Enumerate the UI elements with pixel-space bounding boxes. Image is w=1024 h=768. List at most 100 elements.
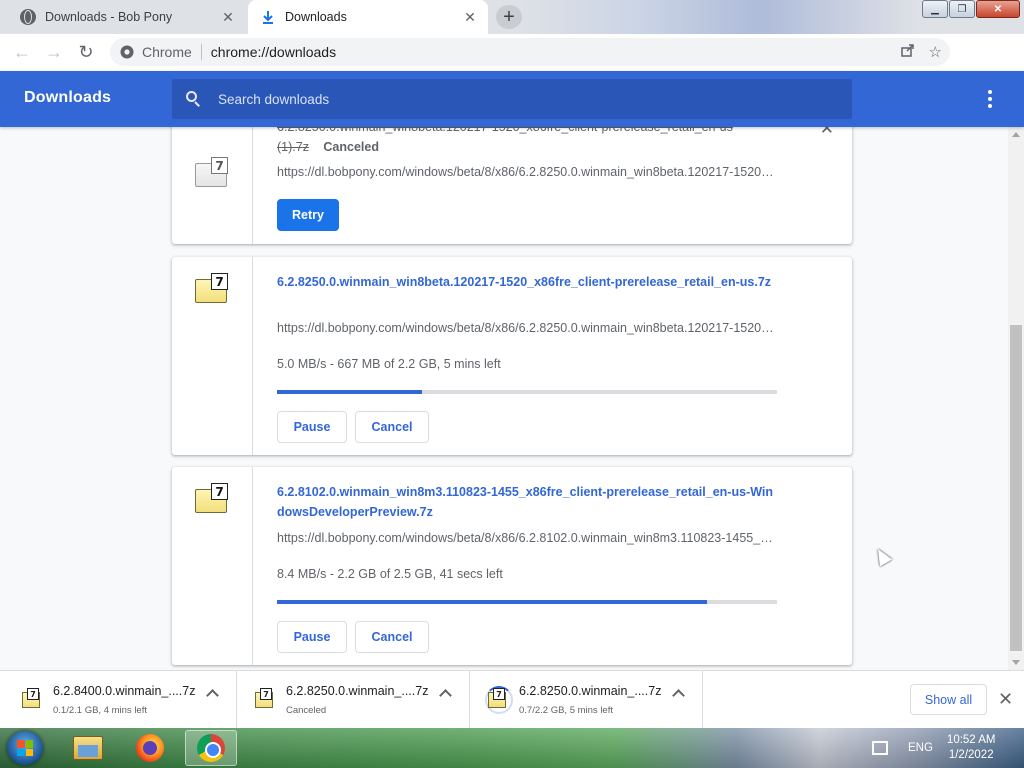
address-bar[interactable]: Chrome chrome://downloads ☆ (110, 38, 950, 66)
cancel-button[interactable]: Cancel (355, 411, 429, 443)
file-explorer-taskbar-button[interactable] (62, 730, 114, 766)
download-item-canceled: 7 6.2.8250.0.winmain_win8beta.120217-152… (172, 127, 852, 244)
status-text: Canceled (323, 140, 379, 154)
forward-button[interactable]: → (40, 39, 68, 67)
page-scrollbar[interactable] (1008, 127, 1024, 670)
file-url[interactable]: https://dl.bobpony.com/windows/beta/8/x8… (277, 531, 777, 545)
scrollbar-thumb[interactable] (1010, 325, 1022, 651)
show-all-button[interactable]: Show all (910, 684, 987, 715)
share-icon[interactable] (900, 43, 915, 61)
clock[interactable]: 10:52 AM 1/2/2022 (947, 733, 996, 763)
shelf-download-item[interactable]: 7 6.2.8250.0.winmain_....7z 0.7/2.2 GB, … (470, 671, 703, 729)
file-name-link[interactable]: 6.2.8250.0.winmain_win8beta.120217-1520_… (277, 272, 771, 292)
bookmark-star-icon[interactable]: ☆ (929, 43, 942, 61)
restore-button[interactable]: ❐ (949, 0, 975, 18)
window-close-button[interactable]: ✕ (976, 0, 1020, 18)
close-icon[interactable]: ✕ (218, 7, 238, 27)
windows-logo-icon (17, 740, 33, 756)
chevron-up-icon[interactable] (672, 689, 685, 702)
tab-strip: Downloads - Bob Pony ✕ Downloads ✕ + ▁ ❐… (0, 0, 1024, 34)
firefox-icon (136, 734, 164, 762)
shelf-status: 0.1/2.1 GB, 4 mins left (53, 705, 147, 716)
firefox-taskbar-button[interactable] (124, 730, 176, 766)
network-icon[interactable] (872, 741, 888, 755)
mouse-cursor (871, 545, 893, 567)
language-indicator[interactable]: ENG (908, 742, 933, 754)
shelf-status: Canceled (286, 705, 327, 716)
omnibox-actions: ☆ (900, 38, 942, 66)
shelf-file-name: 6.2.8250.0.winmain_....7z (286, 684, 429, 698)
titlebar-background (520, 0, 920, 34)
tab-title: Downloads (285, 10, 347, 24)
downloads-header: Downloads (0, 71, 1024, 127)
file-name-continued[interactable]: (1).7z (277, 140, 309, 154)
windows-taskbar: ENG 10:52 AM 1/2/2022 (0, 728, 1024, 768)
progress-text: 8.4 MB/s - 2.2 GB of 2.5 GB, 41 secs lef… (277, 567, 503, 581)
omnibox-separator (200, 44, 202, 60)
remove-from-list-icon[interactable]: ✕ (820, 127, 834, 139)
minimize-button[interactable]: ▁ (922, 0, 948, 18)
file-name[interactable]: 6.2.8250.0.winmain_win8beta.120217-1520_… (277, 127, 757, 137)
clock-date: 1/2/2022 (948, 749, 994, 761)
download-icon (260, 9, 276, 25)
site-chip: Chrome (142, 44, 192, 60)
cancel-button[interactable]: Cancel (355, 621, 429, 653)
chrome-icon (120, 45, 134, 59)
download-item-active: 7 6.2.8250.0.winmain_win8beta.120217-152… (172, 257, 852, 455)
retry-button[interactable]: Retry (277, 199, 339, 231)
icon-column: 7 (172, 467, 253, 665)
file-explorer-icon (73, 736, 103, 760)
downloads-list: 7 6.2.8250.0.winmain_win8beta.120217-152… (0, 127, 1008, 670)
file-name-link[interactable]: 6.2.8102.0.winmain_win8m3.110823-1455_x8… (277, 482, 777, 522)
icon-column: 7 (172, 257, 253, 455)
scroll-down-icon[interactable] (1012, 660, 1020, 665)
url-text: chrome://downloads (210, 44, 337, 60)
search-bar[interactable] (172, 79, 852, 119)
shelf-download-item[interactable]: 7 6.2.8250.0.winmain_....7z Canceled (237, 671, 470, 729)
progress-fill (277, 600, 707, 604)
system-tray: ENG 10:52 AM 1/2/2022 (872, 728, 996, 768)
search-input[interactable] (218, 91, 818, 107)
clock-time: 10:52 AM (946, 734, 996, 746)
progress-text: 5.0 MB/s - 667 MB of 2.2 GB, 5 mins left (277, 357, 501, 371)
scroll-up-icon[interactable] (1012, 132, 1020, 137)
chevron-up-icon[interactable] (439, 689, 452, 702)
file-url[interactable]: https://dl.bobpony.com/windows/beta/8/x8… (277, 165, 777, 179)
pause-button[interactable]: Pause (277, 411, 347, 443)
file-url[interactable]: https://dl.bobpony.com/windows/beta/8/x8… (277, 321, 777, 335)
chrome-icon (197, 734, 225, 762)
reload-button[interactable]: ↻ (72, 39, 100, 67)
download-item-active: 7 6.2.8102.0.winmain_win8m3.110823-1455_… (172, 467, 852, 665)
progress-bar (277, 600, 777, 604)
progress-bar (277, 390, 777, 394)
close-shelf-icon[interactable]: ✕ (998, 689, 1013, 710)
browser-toolbar: ← → ↻ Chrome chrome://downloads ☆ (0, 34, 1024, 96)
more-actions-icon[interactable] (984, 87, 996, 111)
back-button[interactable]: ← (8, 39, 36, 67)
tab-bob-pony-downloads[interactable]: Downloads - Bob Pony ✕ (8, 0, 246, 34)
search-icon (186, 91, 202, 107)
window-controls: ▁ ❐ ✕ (922, 0, 1020, 18)
page-title: Downloads (24, 89, 112, 106)
archive-file-icon: 7 (22, 688, 42, 710)
icon-column: 7 (172, 127, 253, 244)
shelf-download-item[interactable]: 7 6.2.8400.0.winmain_....7z 0.1/2.1 GB, … (4, 671, 237, 729)
shelf-status: 0.7/2.2 GB, 5 mins left (519, 705, 613, 716)
chrome-taskbar-button[interactable] (185, 730, 237, 766)
progress-fill (277, 390, 422, 394)
shelf-file-name: 6.2.8400.0.winmain_....7z (53, 684, 196, 698)
chevron-up-icon[interactable] (206, 689, 219, 702)
start-button[interactable] (7, 731, 43, 765)
globe-icon (20, 9, 36, 25)
archive-file-icon: 7 (255, 688, 275, 710)
archive-file-icon: 7 (485, 686, 513, 714)
archive-file-icon: 7 (195, 273, 229, 303)
download-shelf: 7 6.2.8400.0.winmain_....7z 0.1/2.1 GB, … (0, 670, 1024, 729)
new-tab-button[interactable]: + (496, 5, 522, 29)
shelf-file-name: 6.2.8250.0.winmain_....7z (519, 684, 662, 698)
close-icon[interactable]: ✕ (460, 7, 480, 27)
archive-file-icon: 7 (195, 483, 229, 513)
pause-button[interactable]: Pause (277, 621, 347, 653)
tab-title: Downloads - Bob Pony (45, 10, 173, 24)
tab-downloads[interactable]: Downloads ✕ (248, 0, 488, 34)
